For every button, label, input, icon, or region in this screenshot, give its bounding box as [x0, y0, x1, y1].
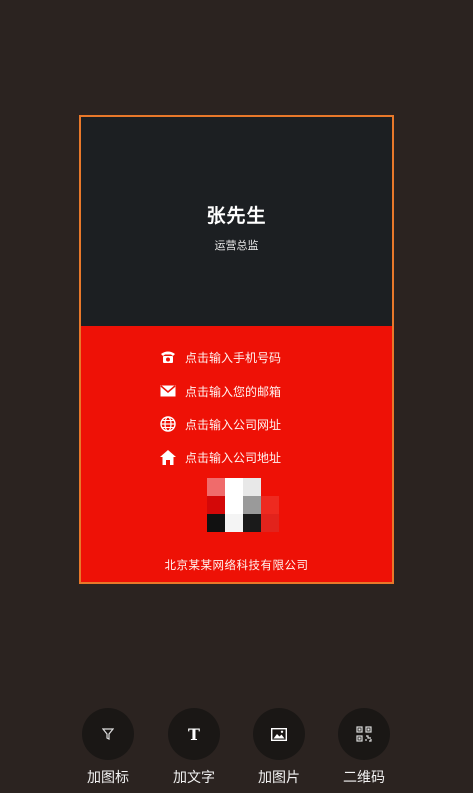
qr-code-button[interactable]: 二维码 [326, 708, 402, 787]
filter-icon [82, 708, 134, 760]
phone-field[interactable]: 点击输入手机号码 [159, 347, 281, 367]
home-icon [159, 448, 177, 466]
website-placeholder: 点击输入公司网址 [185, 417, 282, 432]
card-name[interactable]: 张先生 [81, 201, 392, 228]
text-icon: T [168, 708, 220, 760]
phone-icon [159, 348, 177, 366]
add-image-label: 加图片 [258, 770, 300, 786]
add-text-label: 加文字 [173, 770, 215, 786]
qr-icon [338, 708, 390, 760]
company-name[interactable]: 北京某某网络科技有限公司 [81, 557, 392, 573]
svg-text:T: T [188, 726, 200, 742]
image-icon [253, 708, 305, 760]
card-header: 张先生 运营总监 [81, 117, 392, 326]
bottom-toolbar: 加图标 T 加文字 加图片 二维码 [0, 708, 473, 793]
qr-code-label: 二维码 [343, 770, 385, 786]
address-field[interactable]: 点击输入公司地址 [159, 447, 281, 467]
email-field[interactable]: 点击输入您的邮箱 [159, 381, 281, 401]
qr-code-image[interactable] [207, 478, 279, 532]
business-card[interactable]: 张先生 运营总监 点击输入手机号码 点击输入您的邮箱 点击输入公司网址 点击输入… [79, 115, 394, 584]
email-placeholder: 点击输入您的邮箱 [185, 384, 282, 399]
card-job-title[interactable]: 运营总监 [81, 237, 392, 253]
add-text-button[interactable]: T 加文字 [156, 708, 232, 787]
globe-icon [159, 415, 177, 433]
editor-screen: 张先生 运营总监 点击输入手机号码 点击输入您的邮箱 点击输入公司网址 点击输入… [0, 0, 473, 793]
add-icon-label: 加图标 [87, 770, 129, 786]
add-icon-button[interactable]: 加图标 [70, 708, 146, 787]
phone-placeholder: 点击输入手机号码 [185, 350, 282, 365]
mail-icon [159, 382, 177, 400]
address-placeholder: 点击输入公司地址 [185, 450, 282, 465]
add-image-button[interactable]: 加图片 [241, 708, 317, 787]
website-field[interactable]: 点击输入公司网址 [159, 414, 281, 434]
